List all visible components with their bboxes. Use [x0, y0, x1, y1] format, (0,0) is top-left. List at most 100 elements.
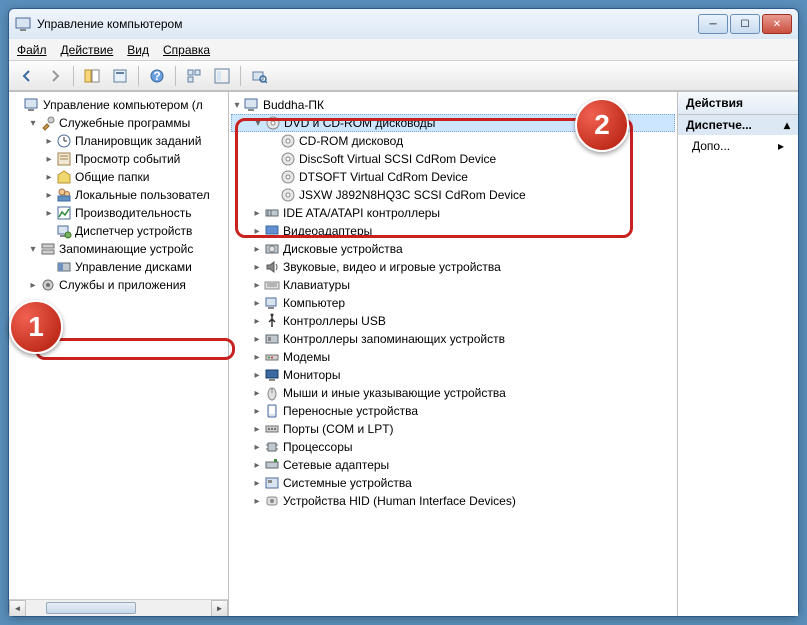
tree-toggle[interactable]: ▸: [251, 370, 263, 381]
tree-toggle[interactable]: ▸: [251, 352, 263, 363]
scan-hardware-button[interactable]: [247, 64, 271, 88]
tree-toggle[interactable]: ▸: [251, 316, 263, 327]
tree-item[interactable]: ▸ Планировщик заданий: [11, 132, 226, 150]
view-devices-by-type-button[interactable]: [182, 64, 206, 88]
tree-item[interactable]: ▸Службы и приложения: [11, 276, 226, 294]
tree-item[interactable]: ▸Мыши и иные указывающие устройства: [231, 384, 675, 402]
tree-toggle[interactable]: ▸: [251, 496, 263, 507]
tree-toggle[interactable]: ▸: [251, 406, 263, 417]
actions-group[interactable]: Диспетче... ▴: [678, 115, 798, 135]
collapse-icon: ▴: [784, 118, 790, 132]
tree-item[interactable]: ▸ Системные устройства: [231, 474, 675, 492]
show-hide-tree-button[interactable]: [80, 64, 104, 88]
tree-label: Управление компьютером (л: [43, 98, 203, 112]
tree-label: Контроллеры USB: [283, 314, 386, 328]
tree-item[interactable]: ▾Запоминающие устройс: [11, 240, 226, 258]
tree-toggle[interactable]: ▸: [251, 424, 263, 435]
tree-toggle[interactable]: ▾: [252, 118, 264, 129]
tree-item[interactable]: ▸Клавиатуры: [231, 276, 675, 294]
toolbar-sep: [73, 66, 74, 86]
tree-toggle[interactable]: ▸: [43, 190, 55, 201]
tree-item[interactable]: ▸Локальные пользовател: [11, 186, 226, 204]
chevron-right-icon: ▸: [778, 139, 784, 153]
tree-toggle[interactable]: ▾: [27, 244, 39, 255]
tree-item[interactable]: ▸ Переносные устройства: [231, 402, 675, 420]
menu-action[interactable]: Действие: [61, 43, 114, 57]
view-devices-by-connection-button[interactable]: [210, 64, 234, 88]
tree-label: Системные устройства: [283, 476, 412, 490]
tree-label: Переносные устройства: [283, 404, 418, 418]
tree-toggle[interactable]: ▸: [43, 172, 55, 183]
left-scrollbar[interactable]: ◄ ►: [9, 599, 228, 616]
tree-item[interactable]: CD-ROM дисковод: [231, 132, 675, 150]
tree-toggle[interactable]: ▸: [251, 208, 263, 219]
maximize-button[interactable]: ☐: [730, 14, 760, 34]
actions-pane: Действия Диспетче... ▴ Допо... ▸: [678, 92, 798, 616]
menu-view[interactable]: Вид: [127, 43, 149, 57]
tree-item[interactable]: ▸Дисковые устройства: [231, 240, 675, 258]
nav-back-button[interactable]: [15, 64, 39, 88]
hid-icon: [264, 493, 280, 509]
tree-toggle[interactable]: ▸: [251, 280, 263, 291]
tree-toggle[interactable]: ▸: [43, 136, 55, 147]
tree-toggle[interactable]: ▸: [251, 388, 263, 399]
tree-toggle[interactable]: ▸: [251, 244, 263, 255]
tree-item[interactable]: JSXW J892N8HQ3C SCSI CdRom Device: [231, 186, 675, 204]
tree-toggle[interactable]: ▾: [231, 100, 243, 111]
menu-file[interactable]: Файл: [17, 43, 47, 57]
keyboard-icon: [264, 277, 280, 293]
tree-item[interactable]: ▸Контроллеры запоминающих устройств: [231, 330, 675, 348]
minimize-button[interactable]: ─: [698, 14, 728, 34]
share-icon: [56, 169, 72, 185]
tree-label: DVD и CD-ROM дисководы: [284, 116, 435, 130]
tree-item[interactable]: ▸Модемы: [231, 348, 675, 366]
tree-item[interactable]: DiscSoft Virtual SCSI CdRom Device: [231, 150, 675, 168]
tree-toggle[interactable]: ▸: [43, 208, 55, 219]
scroll-left-button[interactable]: ◄: [9, 600, 26, 617]
services-icon: [40, 277, 56, 293]
tree-item[interactable]: Управление дисками: [11, 258, 226, 276]
help-button[interactable]: ?: [145, 64, 169, 88]
cpu-icon: [264, 439, 280, 455]
tree-item[interactable]: ▸Мониторы: [231, 366, 675, 384]
tree-toggle[interactable]: ▾: [27, 118, 39, 129]
tree-toggle[interactable]: ▸: [251, 298, 263, 309]
tools-icon: [40, 115, 56, 131]
tree-item[interactable]: ▸Процессоры: [231, 438, 675, 456]
tree-item[interactable]: ▾Служебные программы: [11, 114, 226, 132]
menu-help[interactable]: Справка: [163, 43, 210, 57]
tree-toggle[interactable]: ▸: [251, 226, 263, 237]
tree-item[interactable]: ▸Звуковые, видео и игровые устройства: [231, 258, 675, 276]
tree-toggle[interactable]: ▸: [27, 280, 39, 291]
tree-item[interactable]: ▸Общие папки: [11, 168, 226, 186]
tree-root[interactable]: ▾ Buddha-ПК: [231, 96, 675, 114]
tree-item[interactable]: Диспетчер устройств: [11, 222, 226, 240]
properties-button[interactable]: [108, 64, 132, 88]
tree-item[interactable]: ▸Просмотр событий: [11, 150, 226, 168]
tree-label: Планировщик заданий: [75, 134, 201, 148]
tree-item[interactable]: ▾ DVD и CD-ROM дисководы: [231, 114, 675, 132]
tree-item[interactable]: ▸Производительность: [11, 204, 226, 222]
disk-icon: [264, 241, 280, 257]
actions-item[interactable]: Допо... ▸: [678, 135, 798, 157]
tree-item[interactable]: ▸IDE ATA/ATAPI контроллеры: [231, 204, 675, 222]
tree-item[interactable]: Управление компьютером (л: [11, 96, 226, 114]
tree-item[interactable]: ▸Видеоадаптеры: [231, 222, 675, 240]
tree-item[interactable]: ▸Компьютер: [231, 294, 675, 312]
close-button[interactable]: ✕: [762, 14, 792, 34]
tree-toggle[interactable]: ▸: [43, 154, 55, 165]
tree-toggle[interactable]: ▸: [251, 478, 263, 489]
computer-icon: [264, 295, 280, 311]
tree-toggle[interactable]: ▸: [251, 262, 263, 273]
tree-label: Устройства HID (Human Interface Devices): [283, 494, 516, 508]
tree-item[interactable]: ▸ Контроллеры USB: [231, 312, 675, 330]
tree-toggle[interactable]: ▸: [251, 460, 263, 471]
tree-item[interactable]: ▸Порты (COM и LPT): [231, 420, 675, 438]
tree-item[interactable]: DTSOFT Virtual CdRom Device: [231, 168, 675, 186]
nav-forward-button[interactable]: [43, 64, 67, 88]
tree-item[interactable]: ▸Сетевые адаптеры: [231, 456, 675, 474]
scroll-right-button[interactable]: ►: [211, 600, 228, 617]
tree-item[interactable]: ▸ Устройства HID (Human Interface Devices…: [231, 492, 675, 510]
tree-toggle[interactable]: ▸: [251, 442, 263, 453]
tree-toggle[interactable]: ▸: [251, 334, 263, 345]
